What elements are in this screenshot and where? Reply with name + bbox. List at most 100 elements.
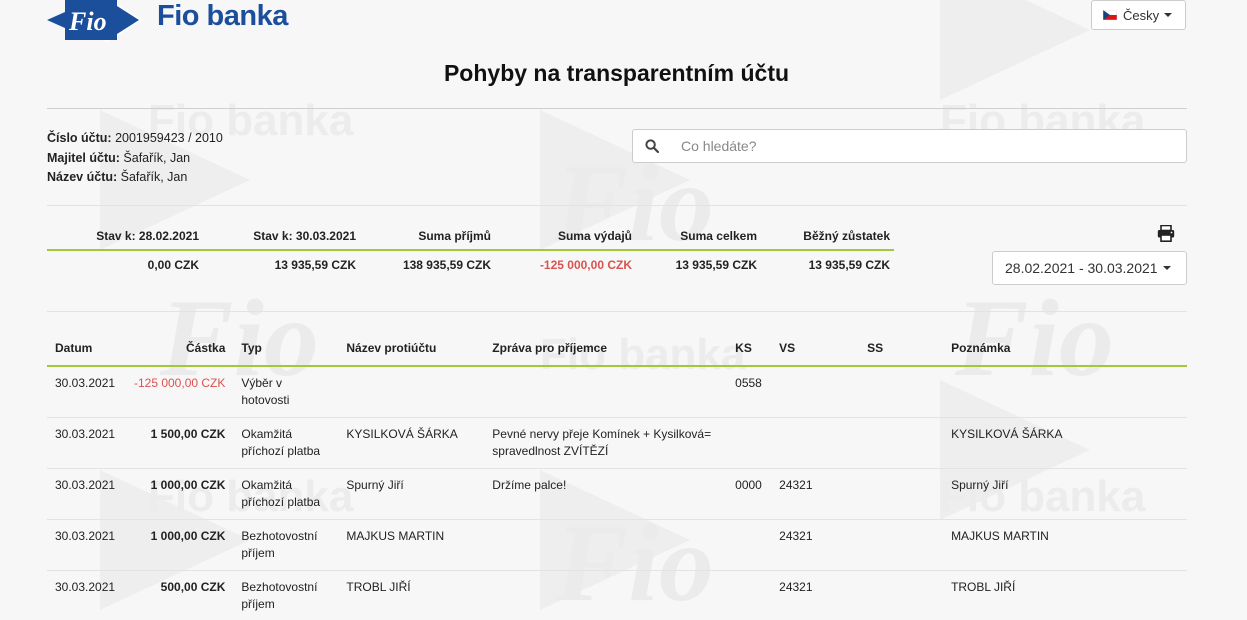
cell-vs bbox=[771, 366, 860, 418]
column-header-ss[interactable]: SS bbox=[859, 330, 944, 367]
language-select[interactable]: Česky bbox=[1091, 0, 1186, 30]
table-row: 30.03.2021 500,00 CZK Bezhotovostní příj… bbox=[47, 570, 1187, 620]
transactions-table: Datum Částka Typ Název protiúčtu Zpráva … bbox=[47, 330, 1187, 620]
date-range-label: 28.02.2021 - 30.03.2021 bbox=[1005, 260, 1158, 276]
cell-counterparty: KYSILKOVÁ ŠÁRKA bbox=[338, 417, 485, 469]
divider bbox=[47, 108, 1187, 109]
summary-header-end-balance: Stav k: 30.03.2021 bbox=[253, 229, 356, 243]
cell-amount: 1 000,00 CZK bbox=[125, 519, 234, 571]
cell-type: Okamžitá příchozí platba bbox=[233, 468, 339, 520]
summary-current-balance: 13 935,59 CZK bbox=[808, 258, 890, 272]
account-owner-label: Majitel účtu: bbox=[47, 150, 120, 165]
divider bbox=[47, 205, 1187, 206]
balance-summary: Stav k: 28.02.2021 Stav k: 30.03.2021 Su… bbox=[47, 223, 894, 279]
cell-message bbox=[484, 570, 728, 620]
table-row: 30.03.2021 1 500,00 CZK Okamžitá příchoz… bbox=[47, 417, 1187, 469]
cell-type: Výběr v hotovosti bbox=[233, 366, 339, 418]
account-owner: Šafařík, Jan bbox=[123, 150, 191, 165]
cell-counterparty: TROBL JIŘÍ bbox=[338, 570, 485, 620]
cell-type: Okamžitá příchozí platba bbox=[233, 417, 339, 469]
cell-message bbox=[484, 366, 728, 418]
cell-note: TROBL JIŘÍ bbox=[943, 570, 1187, 620]
cell-ss bbox=[859, 417, 944, 469]
logo-text: Fio bbox=[68, 7, 107, 36]
cell-ss bbox=[859, 519, 944, 571]
column-header-vs[interactable]: VS bbox=[771, 330, 860, 367]
search-icon bbox=[645, 139, 659, 153]
cell-ks bbox=[727, 417, 772, 469]
column-header-type[interactable]: Typ bbox=[233, 330, 339, 367]
search-input[interactable] bbox=[681, 130, 1176, 162]
date-range-select[interactable]: 28.02.2021 - 30.03.2021 bbox=[992, 251, 1187, 285]
column-header-message[interactable]: Zpráva pro příjemce bbox=[484, 330, 728, 367]
account-number: 2001959423 / 2010 bbox=[115, 131, 223, 145]
cell-date: 30.03.2021 bbox=[47, 519, 126, 571]
summary-header-total: Suma celkem bbox=[680, 229, 757, 243]
table-header-row: Datum Částka Typ Název protiúčtu Zpráva … bbox=[47, 330, 1187, 367]
account-name-label: Název účtu: bbox=[47, 170, 118, 184]
cell-ks: 0558 bbox=[727, 366, 772, 418]
cell-vs: 24321 bbox=[771, 570, 860, 620]
page: Fio Fio banka Česky Pohyby na transparen… bbox=[0, 0, 1247, 620]
cell-message: Pevné nervy přeje Komínek + Kysilková= s… bbox=[484, 417, 728, 469]
summary-expenses: -125 000,00 CZK bbox=[539, 258, 632, 272]
cell-counterparty: Spurný Jiří bbox=[338, 468, 485, 520]
account-number-label: Číslo účtu: bbox=[47, 131, 112, 145]
account-info: Číslo účtu: 2001959423 / 2010 Majitel úč… bbox=[47, 129, 223, 188]
summary-values-row: 0,00 CZK 13 935,59 CZK 138 935,59 CZK -1… bbox=[47, 251, 894, 279]
cell-ss bbox=[859, 468, 944, 520]
language-label: Česky bbox=[1123, 7, 1160, 23]
cell-message: Držíme palce! bbox=[484, 468, 728, 520]
cell-message bbox=[484, 519, 728, 571]
cell-counterparty: MAJKUS MARTIN bbox=[338, 519, 485, 571]
column-header-amount[interactable]: Částka bbox=[125, 330, 234, 367]
cell-note: KYSILKOVÁ ŠÁRKA bbox=[943, 417, 1187, 469]
cell-ks bbox=[727, 570, 772, 620]
column-header-counterparty[interactable]: Název protiúčtu bbox=[338, 330, 485, 367]
column-header-note[interactable]: Poznámka bbox=[943, 330, 1187, 367]
summary-end-balance: 13 935,59 CZK bbox=[274, 258, 356, 272]
summary-header-row: Stav k: 28.02.2021 Stav k: 30.03.2021 Su… bbox=[47, 223, 894, 251]
cell-note: Spurný Jiří bbox=[943, 468, 1187, 520]
czech-flag-icon bbox=[1103, 10, 1117, 20]
summary-total: 13 935,59 CZK bbox=[675, 258, 757, 272]
cell-date: 30.03.2021 bbox=[47, 570, 126, 620]
column-header-date[interactable]: Datum bbox=[47, 330, 126, 367]
cell-date: 30.03.2021 bbox=[47, 366, 126, 418]
cell-amount: 500,00 CZK bbox=[125, 570, 234, 620]
fio-logo[interactable]: Fio bbox=[47, 0, 142, 42]
brand-name: Fio banka bbox=[157, 0, 288, 32]
summary-header-expenses: Suma výdajů bbox=[557, 229, 632, 243]
cell-type: Bezhotovostní příjem bbox=[233, 519, 339, 571]
account-name: Šafařík, Jan bbox=[120, 170, 188, 184]
chevron-down-icon bbox=[1164, 13, 1173, 17]
cell-vs: 24321 bbox=[771, 519, 860, 571]
cell-ss bbox=[859, 366, 944, 418]
summary-header-income: Suma příjmů bbox=[418, 229, 491, 243]
print-icon[interactable] bbox=[1157, 225, 1175, 242]
divider bbox=[47, 311, 1187, 312]
cell-amount: 1 000,00 CZK bbox=[125, 468, 234, 520]
table-row: 30.03.2021 1 000,00 CZK Okamžitá příchoz… bbox=[47, 468, 1187, 520]
cell-counterparty bbox=[338, 366, 485, 418]
cell-note bbox=[943, 366, 1187, 418]
table-row: 30.03.2021 -125 000,00 CZK Výběr v hotov… bbox=[47, 366, 1187, 418]
cell-amount: -125 000,00 CZK bbox=[125, 366, 234, 418]
cell-amount: 1 500,00 CZK bbox=[125, 417, 234, 469]
cell-date: 30.03.2021 bbox=[47, 417, 126, 469]
cell-type: Bezhotovostní příjem bbox=[233, 570, 339, 620]
cell-vs: 24321 bbox=[771, 468, 860, 520]
table-row: 30.03.2021 1 000,00 CZK Bezhotovostní př… bbox=[47, 519, 1187, 571]
summary-start-balance: 0,00 CZK bbox=[147, 258, 199, 272]
cell-vs bbox=[771, 417, 860, 469]
search-box[interactable] bbox=[632, 129, 1187, 163]
summary-header-current-balance: Běžný zůstatek bbox=[803, 229, 890, 243]
cell-ss bbox=[859, 570, 944, 620]
chevron-down-icon bbox=[1162, 266, 1171, 270]
cell-date: 30.03.2021 bbox=[47, 468, 126, 520]
cell-ks bbox=[727, 519, 772, 571]
summary-header-start-balance: Stav k: 28.02.2021 bbox=[96, 229, 199, 243]
cell-note: MAJKUS MARTIN bbox=[943, 519, 1187, 571]
summary-income: 138 935,59 CZK bbox=[402, 258, 491, 272]
column-header-ks[interactable]: KS bbox=[727, 330, 772, 367]
